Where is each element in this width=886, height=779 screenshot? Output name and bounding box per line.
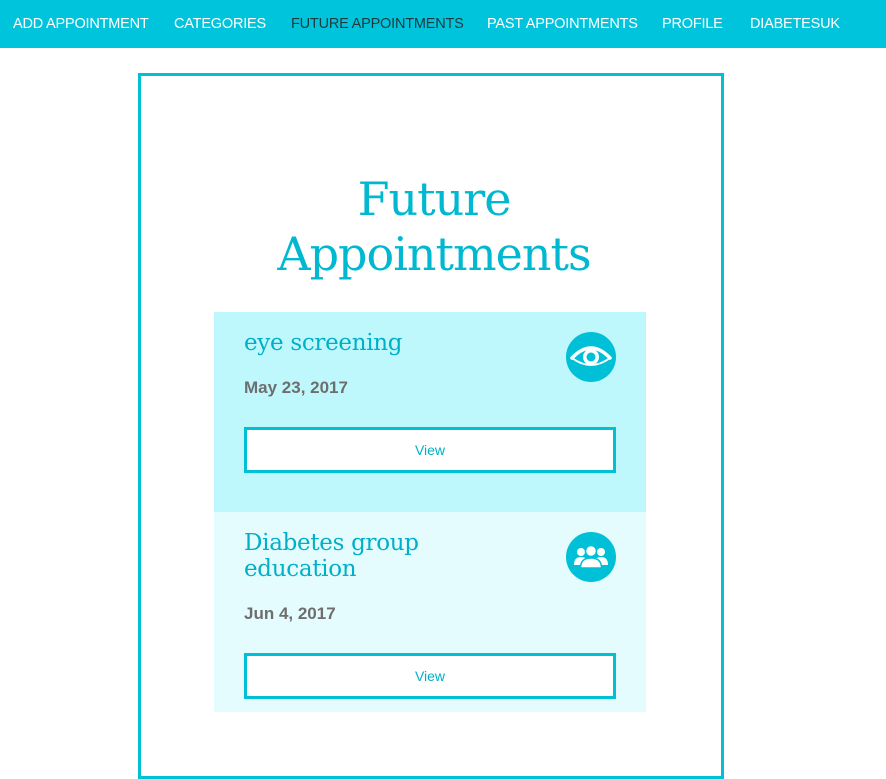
top-navbar: ADD APPOINTMENT CATEGORIES FUTURE APPOIN… xyxy=(0,0,886,48)
eye-icon xyxy=(566,332,616,382)
nav-item-categories[interactable]: CATEGORIES xyxy=(174,0,266,48)
nav-item-diabetesuk[interactable]: DIABETESUK xyxy=(750,0,840,48)
page-title-line1: Future xyxy=(357,172,512,226)
nav-item-profile[interactable]: PROFILE xyxy=(662,0,723,48)
appointment-date: Jun 4, 2017 xyxy=(244,604,336,623)
nav-item-past-appointments[interactable]: PAST APPOINTMENTS xyxy=(487,0,638,48)
appointment-title: Diabetes group education xyxy=(244,530,419,582)
group-icon xyxy=(566,532,616,582)
view-button[interactable]: View xyxy=(244,653,616,699)
appointment-card: eye screening May 23, 2017 View xyxy=(214,312,646,512)
view-button[interactable]: View xyxy=(244,427,616,473)
appointment-title: eye screening xyxy=(244,330,403,356)
appointment-date: May 23, 2017 xyxy=(244,378,348,397)
appointment-card: Diabetes group education Jun 4, 2017 Vie… xyxy=(214,512,646,712)
page-title: Future Appointments xyxy=(141,172,727,282)
nav-item-future-appointments[interactable]: FUTURE APPOINTMENTS xyxy=(291,0,464,48)
nav-item-add-appointment[interactable]: ADD APPOINTMENT xyxy=(13,0,149,48)
page-title-line2: Appointments xyxy=(277,227,591,281)
